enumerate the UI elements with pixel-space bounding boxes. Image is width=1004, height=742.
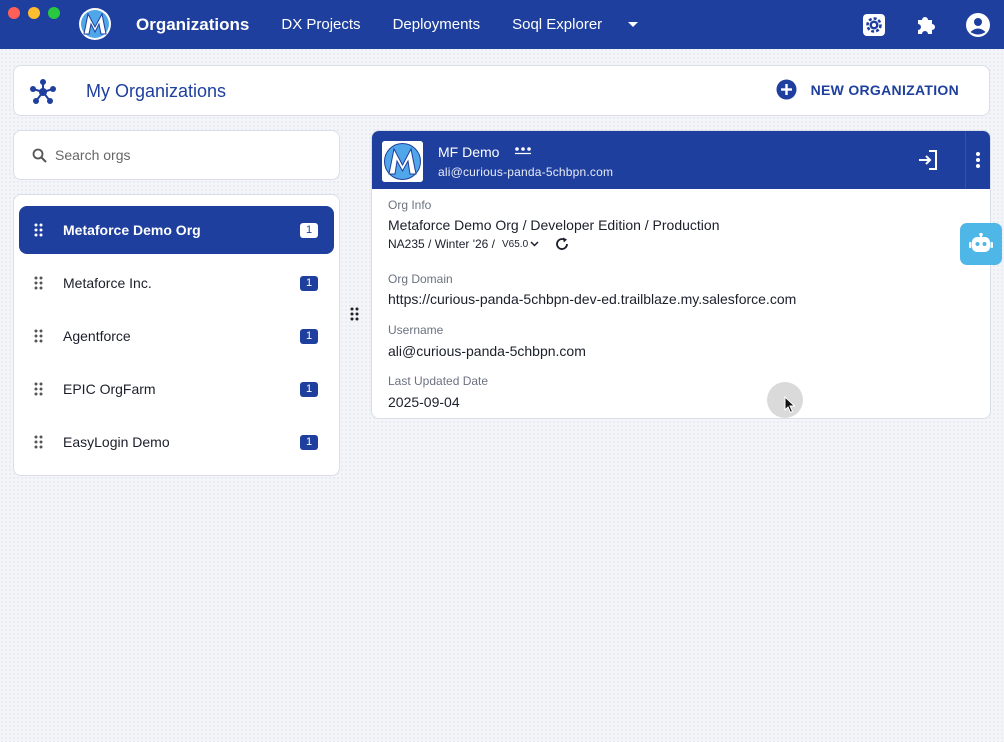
org-info-label: Org Info — [388, 198, 432, 212]
minimize-window-button[interactable] — [28, 7, 40, 19]
hub-icon — [30, 79, 56, 104]
maximize-window-button[interactable] — [48, 7, 60, 19]
org-domain-label: Org Domain — [388, 272, 453, 286]
org-count-badge: 1 — [300, 435, 318, 450]
main-nav: Organizations DX Projects Deployments So… — [120, 0, 648, 49]
robot-icon — [969, 233, 993, 252]
org-detail-header: MF Demo ali@curious-panda-5chbpn.com — [372, 131, 990, 189]
search-icon — [32, 148, 47, 163]
org-count-badge: 1 — [300, 223, 318, 238]
org-count-badge: 1 — [300, 329, 318, 344]
org-name: EPIC OrgFarm — [63, 381, 156, 397]
drag-handle-icon[interactable] — [34, 223, 43, 237]
new-organization-button[interactable]: NEW ORGANIZATION — [776, 79, 959, 100]
nav-more-button[interactable] — [618, 0, 648, 49]
page-header: My Organizations NEW ORGANIZATION — [13, 65, 990, 116]
username-label: Username — [388, 323, 444, 337]
org-meta-row: NA235 / Winter '26 / V65.0 — [388, 237, 569, 251]
nav-soql-explorer[interactable]: Soql Explorer — [496, 0, 618, 49]
header-divider — [965, 131, 966, 189]
panel-resize-handle-icon[interactable] — [350, 307, 359, 321]
org-list-item[interactable]: EasyLogin Demo 1 — [19, 418, 334, 466]
org-username-subtitle: ali@curious-panda-5chbpn.com — [438, 165, 614, 179]
search-box — [13, 130, 340, 180]
add-circle-icon — [776, 79, 797, 100]
settings-button[interactable] — [848, 0, 900, 49]
org-list-item[interactable]: Metaforce Inc. 1 — [19, 259, 334, 307]
org-name: Agentforce — [63, 328, 131, 344]
extensions-icon — [918, 16, 935, 34]
login-icon[interactable] — [916, 148, 940, 172]
drag-handle-icon[interactable] — [34, 276, 43, 290]
org-info-value: Metaforce Demo Org / Developer Edition /… — [388, 217, 720, 233]
extensions-button[interactable] — [900, 0, 952, 49]
new-organization-label: NEW ORGANIZATION — [810, 81, 959, 98]
nav-organizations[interactable]: Organizations — [120, 0, 265, 49]
chevron-down-icon — [530, 241, 539, 247]
username-value: ali@curious-panda-5chbpn.com — [388, 343, 586, 359]
caret-down-icon — [628, 21, 639, 27]
account-icon — [966, 12, 990, 37]
settings-icon — [863, 13, 885, 36]
api-version-select[interactable]: V65.0 — [502, 239, 539, 250]
drag-handle-icon[interactable] — [34, 329, 43, 343]
mouse-pointer-icon — [784, 396, 796, 414]
nav-dx-projects[interactable]: DX Projects — [265, 0, 376, 49]
org-name: EasyLogin Demo — [63, 434, 170, 450]
drag-handle-icon[interactable] — [34, 435, 43, 449]
instance-release: NA235 / Winter '26 / — [388, 237, 496, 251]
org-alias: MF Demo — [438, 144, 500, 160]
refresh-icon[interactable] — [555, 237, 569, 251]
last-updated-value: 2025-09-04 — [388, 394, 460, 410]
page-title: My Organizations — [86, 81, 227, 101]
more-vertical-icon[interactable] — [970, 149, 986, 171]
org-detail-card: MF Demo ali@curious-panda-5chbpn.com Org… — [371, 130, 991, 419]
password-dots-icon[interactable] — [514, 145, 532, 155]
org-name: Metaforce Demo Org — [63, 222, 201, 238]
last-updated-label: Last Updated Date — [388, 374, 489, 388]
window-controls — [8, 7, 60, 19]
org-count-badge: 1 — [300, 276, 318, 291]
org-name: Metaforce Inc. — [63, 275, 152, 291]
org-list-item[interactable]: EPIC OrgFarm 1 — [19, 365, 334, 413]
org-list: Metaforce Demo Org 1 Metaforce Inc. 1 Ag… — [13, 194, 340, 476]
account-button[interactable] — [952, 0, 1004, 49]
top-nav-bar: Organizations DX Projects Deployments So… — [0, 0, 1004, 49]
org-list-item[interactable]: Metaforce Demo Org 1 — [19, 206, 334, 254]
drag-handle-icon[interactable] — [34, 382, 43, 396]
org-list-item[interactable]: Agentforce 1 — [19, 312, 334, 360]
org-logo-icon — [382, 141, 423, 182]
top-right-actions — [848, 0, 1004, 49]
app-logo-icon[interactable] — [78, 7, 112, 41]
assistant-bot-button[interactable] — [960, 223, 1002, 265]
api-version-value: V65.0 — [502, 238, 529, 250]
org-domain-value: https://curious-panda-5chbpn-dev-ed.trai… — [388, 291, 797, 307]
search-input[interactable] — [55, 147, 315, 163]
org-count-badge: 1 — [300, 382, 318, 397]
close-window-button[interactable] — [8, 7, 20, 19]
nav-deployments[interactable]: Deployments — [377, 0, 497, 49]
